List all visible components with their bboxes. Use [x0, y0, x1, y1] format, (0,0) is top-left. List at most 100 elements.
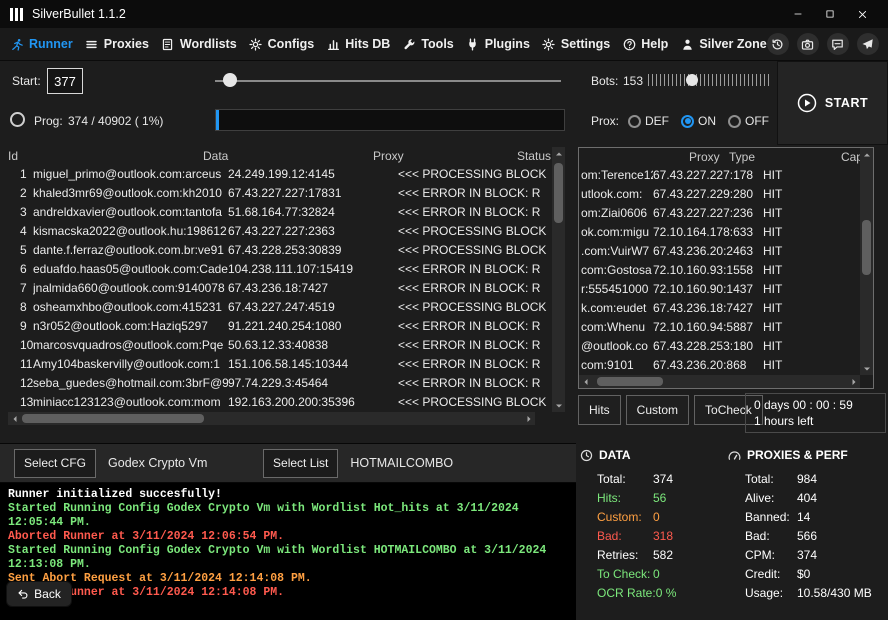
hit-row[interactable]: com:Gostosa 72.10.160.93:1558 HIT: [579, 261, 873, 280]
back-button[interactable]: Back: [6, 581, 72, 607]
nav-item-icon: [326, 37, 340, 51]
table-row[interactable]: 11 Amy104baskervilly@outlook.com:1 151.1…: [8, 355, 565, 374]
hit-row[interactable]: ok.com:migu 72.10.164.178:633 HIT: [579, 223, 873, 242]
cell-type: HIT: [763, 185, 803, 204]
nav-item-settings[interactable]: Settings: [542, 37, 610, 51]
start-button[interactable]: START: [777, 61, 888, 145]
main-table-vscrollbar[interactable]: [552, 147, 565, 412]
table-row[interactable]: 10 marcosvquadros@outlook.com:Pqe 50.63.…: [8, 336, 565, 355]
hit-row[interactable]: com:9101 67.43.236.20:868 HIT: [579, 356, 873, 375]
nav-item-plugins[interactable]: Plugins: [466, 37, 530, 51]
hit-row[interactable]: @outlook.co 67.43.228.253:180 HIT: [579, 337, 873, 356]
nav-item-hits-db[interactable]: Hits DB: [326, 37, 390, 51]
stat-value: 582: [653, 548, 673, 562]
select-list-button[interactable]: Select List: [263, 449, 338, 478]
nav-item-icon: [622, 37, 636, 51]
nav-item-configs[interactable]: Configs: [249, 37, 315, 51]
column-header[interactable]: Data: [203, 149, 373, 163]
bots-slider[interactable]: [648, 71, 772, 91]
prox-def-radio[interactable]: DEF: [628, 114, 669, 128]
column-header[interactable]: Proxy: [373, 149, 517, 163]
hit-row[interactable]: r:555451000 72.10.160.90:1437 HIT: [579, 280, 873, 299]
scroll-left-icon[interactable]: [8, 412, 21, 425]
scroll-right-icon[interactable]: [522, 412, 535, 425]
navbar: Runner Proxies Wordlists Configs Hits DB: [0, 28, 888, 61]
select-cfg-button[interactable]: Select CFG: [14, 449, 96, 478]
hit-row[interactable]: k.com:eudet 67.43.236.18:7427 HIT: [579, 299, 873, 318]
hit-row[interactable]: .com:VuirW7 67.43.236.20:2463 HIT: [579, 242, 873, 261]
table-row[interactable]: 6 eduafdo.haas05@outlook.com:Cade 104.23…: [8, 260, 565, 279]
column-header[interactable]: Proxy: [689, 150, 729, 164]
column-header[interactable]: Type: [729, 150, 841, 164]
cell-data: marcosvquadros@outlook.com:Pqe: [33, 336, 228, 355]
table-row[interactable]: 4 kismacska2022@outlook.hu:198612 67.43.…: [8, 222, 565, 241]
start-slider[interactable]: [215, 67, 561, 95]
cell-data: com:Gostosa: [579, 261, 653, 280]
close-button[interactable]: [846, 0, 878, 28]
table-row[interactable]: 1 miguel_primo@outlook.com:arceus 24.249…: [8, 165, 565, 184]
table-row[interactable]: 9 n3r052@outlook.com:Haziq5297 91.221.24…: [8, 317, 565, 336]
hit-row[interactable]: om:Terence12 67.43.227.227:178 HIT: [579, 166, 873, 185]
scrollbar-thumb[interactable]: [862, 220, 871, 275]
chat-icon[interactable]: [827, 33, 849, 55]
hits-table-hscrollbar[interactable]: [579, 375, 860, 388]
scroll-down-icon[interactable]: [860, 362, 873, 375]
table-row[interactable]: 12 seba_guedes@hotmail.com:3brF@9 97.74.…: [8, 374, 565, 393]
start-slider-thumb[interactable]: [223, 73, 237, 87]
scroll-up-icon[interactable]: [552, 147, 565, 160]
nav-item-proxies[interactable]: Proxies: [85, 37, 149, 51]
app-logo-icon: [10, 8, 23, 21]
scrollbar-thumb[interactable]: [597, 377, 663, 386]
minimize-button[interactable]: [782, 0, 814, 28]
nav-item-wordlists[interactable]: Wordlists: [161, 37, 237, 51]
bots-slider-thumb[interactable]: [686, 74, 698, 86]
table-row[interactable]: 3 andreldxavier@outlook.com:tantofa 51.6…: [8, 203, 565, 222]
controls-row-top: Start: Bots: 153: [0, 67, 775, 97]
table-row[interactable]: 13 miniacc123123@outlook.com:mom 192.163…: [8, 393, 565, 412]
prox-option-label: ON: [698, 114, 716, 128]
prog-radio[interactable]: [10, 112, 25, 127]
data-stats-header: DATA: [580, 446, 722, 464]
scroll-left-icon[interactable]: [579, 375, 592, 388]
prox-on-radio[interactable]: ON: [681, 114, 716, 128]
nav-item-label: Configs: [268, 37, 315, 51]
prox-off-radio[interactable]: OFF: [728, 114, 769, 128]
scroll-up-icon[interactable]: [860, 148, 873, 161]
column-header[interactable]: Id: [8, 149, 203, 163]
nav-item-tools[interactable]: Tools: [402, 37, 453, 51]
maximize-button[interactable]: [814, 0, 846, 28]
runner-log: Runner initialized succesfully! Started …: [0, 483, 576, 620]
scroll-down-icon[interactable]: [552, 399, 565, 412]
table-row[interactable]: 7 jnalmida660@outlook.com:9140078 67.43.…: [8, 279, 565, 298]
scrollbar-thumb[interactable]: [22, 414, 204, 423]
camera-icon[interactable]: [797, 33, 819, 55]
stat-value: 318: [653, 529, 673, 543]
column-header[interactable]: Status: [517, 149, 551, 163]
table-row[interactable]: 8 osheamxhbo@outlook.com:415231 67.43.22…: [8, 298, 565, 317]
main-table-hscrollbar[interactable]: [8, 412, 535, 425]
tab-custom[interactable]: Custom: [626, 395, 689, 425]
nav-item-silver-zone[interactable]: Silver Zone: [680, 37, 766, 51]
table-row[interactable]: 5 dante.f.ferraz@outlook.com.br:ve91 67.…: [8, 241, 565, 260]
hit-row[interactable]: utlook.com: 67.43.227.229:280 HIT: [579, 185, 873, 204]
start-input[interactable]: [47, 68, 83, 94]
cell-data: Amy104baskervilly@outlook.com:1: [33, 355, 228, 374]
cell-proxy: 104.238.111.107:15419: [228, 260, 398, 279]
history-icon[interactable]: [767, 33, 789, 55]
nav-item-icon: [680, 37, 694, 51]
hits-table-vscrollbar[interactable]: [860, 148, 873, 375]
nav-item-runner[interactable]: Runner: [10, 37, 73, 51]
table-row[interactable]: 2 khaled3mr69@outlook.com:kh2010 67.43.2…: [8, 184, 565, 203]
tab-hits[interactable]: Hits: [578, 395, 621, 425]
cell-status: <<< PROCESSING BLOCK: [398, 222, 551, 241]
nav-item-help[interactable]: Help: [622, 37, 668, 51]
scrollbar-thumb[interactable]: [554, 163, 563, 223]
stat-row: Alive: 404: [728, 488, 888, 507]
cell-data: seba_guedes@hotmail.com:3brF@9: [33, 374, 228, 393]
cell-status: <<< PROCESSING BLOCK: [398, 241, 551, 260]
hit-row[interactable]: com:Whenu 72.10.160.94:5887 HIT: [579, 318, 873, 337]
cell-data: .com:VuirW7: [579, 242, 653, 261]
hit-row[interactable]: om:Ziai0606 67.43.227.227:236 HIT: [579, 204, 873, 223]
send-icon[interactable]: [857, 33, 879, 55]
scroll-right-icon[interactable]: [847, 375, 860, 388]
